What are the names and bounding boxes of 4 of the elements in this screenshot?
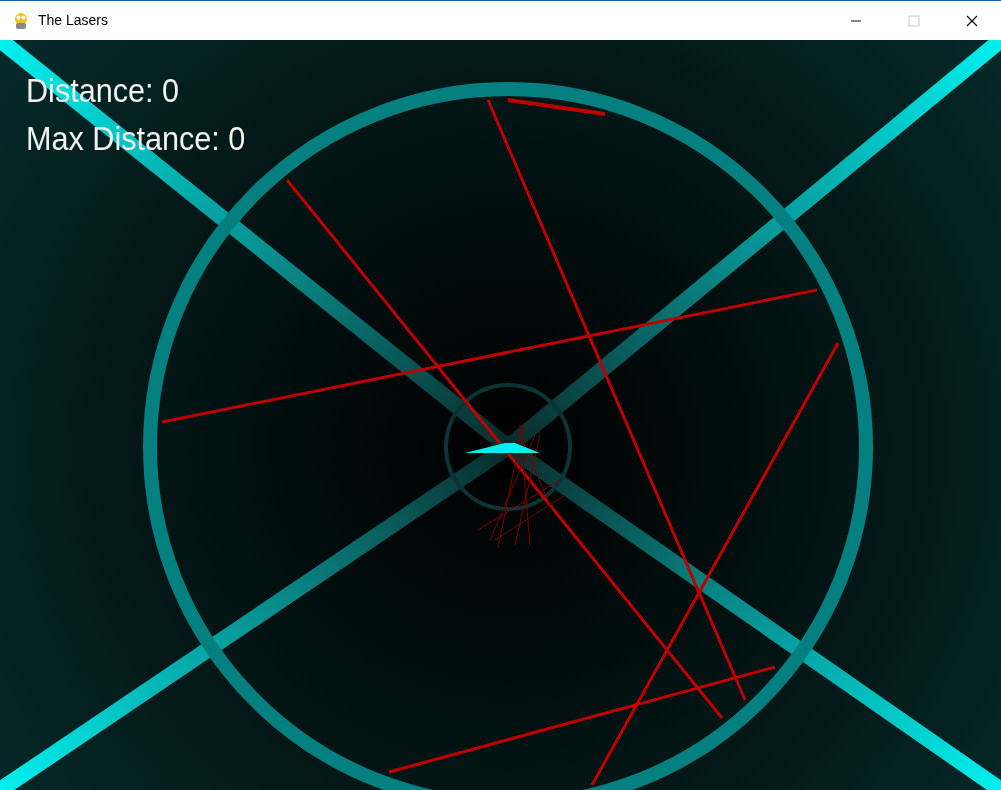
ship-icon [465, 443, 540, 453]
window-title: The Lasers [38, 11, 109, 30]
maximize-icon [908, 14, 920, 27]
close-icon [966, 14, 978, 27]
